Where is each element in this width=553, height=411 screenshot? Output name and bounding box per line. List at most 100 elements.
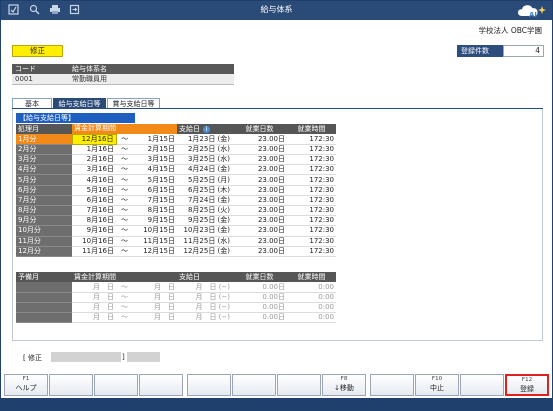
spare-start-cell[interactable]: 月 日 xyxy=(72,282,116,293)
payday-cell[interactable]: 9月25日 (金) xyxy=(177,215,233,227)
spare-month-cell[interactable] xyxy=(16,302,72,314)
spare-month-cell[interactable] xyxy=(16,312,72,324)
spare-workhours-cell[interactable]: 0:00 xyxy=(287,292,337,304)
payday-cell[interactable]: 2月25日 (水) xyxy=(177,144,233,156)
workhours-cell[interactable]: 172:30 xyxy=(287,164,337,176)
month-cell[interactable]: 2月分 xyxy=(16,144,72,156)
workhours-cell[interactable]: 172:30 xyxy=(287,205,337,217)
title-bar: 給与体系 AI xyxy=(1,1,552,20)
f1-help-button[interactable]: F1 ヘルプ xyxy=(4,374,48,396)
month-cell[interactable]: 12月分 xyxy=(16,246,72,257)
payday-cell[interactable]: 7月24日 (金) xyxy=(177,195,233,207)
f5-button[interactable] xyxy=(187,374,231,396)
month-cell[interactable]: 4月分 xyxy=(16,164,72,176)
period-start-cell[interactable]: 6月16日 xyxy=(72,195,116,207)
payday-cell[interactable]: 3月25日 (水) xyxy=(177,154,233,166)
spare-month-cell[interactable] xyxy=(16,292,72,304)
spare-workhours-cell[interactable]: 0:00 xyxy=(287,302,337,314)
spare-start-cell[interactable]: 月 日 xyxy=(72,312,116,324)
period-tilde: 〜 xyxy=(116,154,133,166)
workhours-cell[interactable]: 172:30 xyxy=(287,195,337,207)
workhours-cell[interactable]: 172:30 xyxy=(287,174,337,186)
month-cell[interactable]: 11月分 xyxy=(16,236,72,247)
workdays-cell[interactable]: 23.00日 xyxy=(232,164,288,176)
spare-payday-cell[interactable]: 月 日 (−) xyxy=(177,282,233,293)
payday-cell[interactable]: 6月25日 (木) xyxy=(177,185,233,196)
f10-cancel-button[interactable]: F10 中止 xyxy=(415,374,459,396)
spare-payday-cell[interactable]: 月 日 (−) xyxy=(177,302,233,314)
month-cell[interactable]: 7月分 xyxy=(16,195,72,207)
spare-end-cell[interactable]: 月 日 xyxy=(133,302,178,314)
workhours-cell[interactable]: 172:30 xyxy=(287,246,337,257)
period-start-cell[interactable]: 10月16日 xyxy=(72,236,116,247)
f6-button[interactable] xyxy=(232,374,276,396)
spare-workhours-cell[interactable]: 0:00 xyxy=(287,282,337,293)
spare-start-cell[interactable]: 月 日 xyxy=(72,292,116,304)
workdays-cell[interactable]: 23.00日 xyxy=(232,215,288,227)
period-start-cell[interactable]: 9月16日 xyxy=(72,225,116,237)
workdays-cell[interactable]: 23.00日 xyxy=(232,134,288,145)
workdays-cell[interactable]: 23.00日 xyxy=(232,154,288,166)
f3-button[interactable] xyxy=(94,374,138,396)
workdays-cell[interactable]: 23.00日 xyxy=(232,236,288,247)
workhours-cell[interactable]: 172:30 xyxy=(287,154,337,166)
f2-button[interactable] xyxy=(49,374,93,396)
period-start-cell[interactable]: 2月16日 xyxy=(72,154,116,166)
month-cell[interactable]: 8月分 xyxy=(16,205,72,217)
month-cell[interactable]: 1月分 xyxy=(16,134,72,145)
payday-cell[interactable]: 1月23日 (金) xyxy=(177,134,233,145)
period-start-cell[interactable]: 5月16日 xyxy=(72,185,116,196)
ai-cloud-icon[interactable]: AI xyxy=(516,2,550,19)
spare-payday-cell[interactable]: 月 日 (−) xyxy=(177,312,233,324)
month-cell[interactable]: 6月分 xyxy=(16,185,72,196)
workhours-cell[interactable]: 172:30 xyxy=(287,225,337,237)
workhours-cell[interactable]: 172:30 xyxy=(287,236,337,247)
spare-end-cell[interactable]: 月 日 xyxy=(133,312,178,324)
spare-workdays-cell[interactable]: 0.00日 xyxy=(232,282,288,293)
spare-workdays-cell[interactable]: 0.00日 xyxy=(232,312,288,324)
period-start-cell[interactable]: 3月16日 xyxy=(72,164,116,176)
payday-cell[interactable]: 12月25日 (金) xyxy=(177,246,233,257)
info-icon[interactable]: i xyxy=(203,125,211,133)
workdays-cell[interactable]: 23.00日 xyxy=(232,246,288,257)
spare-end-cell[interactable]: 月 日 xyxy=(133,292,178,304)
workdays-cell[interactable]: 23.00日 xyxy=(232,205,288,217)
period-start-cell[interactable]: 12月16日 xyxy=(71,133,117,145)
spare-payday-cell[interactable]: 月 日 (−) xyxy=(177,292,233,304)
f9-button[interactable] xyxy=(370,374,414,396)
spare-start-cell[interactable]: 月 日 xyxy=(72,302,116,314)
f7-button[interactable] xyxy=(277,374,321,396)
spare-month-cell[interactable] xyxy=(16,282,72,293)
workhours-cell[interactable]: 172:30 xyxy=(287,215,337,227)
workdays-cell[interactable]: 23.00日 xyxy=(232,174,288,186)
spare-end-cell[interactable]: 月 日 xyxy=(133,282,178,293)
payday-cell[interactable]: 10月23日 (金) xyxy=(177,225,233,237)
period-start-cell[interactable]: 8月16日 xyxy=(72,215,116,227)
payday-cell[interactable]: 4月24日 (金) xyxy=(177,164,233,176)
f11-button[interactable] xyxy=(460,374,504,396)
payday-cell[interactable]: 8月25日 (火) xyxy=(177,205,233,217)
month-cell[interactable]: 10月分 xyxy=(16,225,72,237)
workdays-cell[interactable]: 23.00日 xyxy=(232,185,288,196)
month-cell[interactable]: 5月分 xyxy=(16,174,72,186)
workhours-cell[interactable]: 172:30 xyxy=(287,185,337,196)
period-start-cell[interactable]: 1月16日 xyxy=(72,144,116,156)
period-start-cell[interactable]: 11月16日 xyxy=(72,246,116,257)
workhours-cell[interactable]: 172:30 xyxy=(287,134,337,145)
f12-register-button[interactable]: F12 登録 xyxy=(505,374,549,396)
period-start-cell[interactable]: 4月16日 xyxy=(72,174,116,186)
f4-button[interactable] xyxy=(139,374,183,396)
month-cell[interactable]: 3月分 xyxy=(16,154,72,166)
spare-workdays-cell[interactable]: 0.00日 xyxy=(232,302,288,314)
f8-move-down-button[interactable]: F8 ↓移動 xyxy=(322,374,366,396)
workdays-cell[interactable]: 23.00日 xyxy=(232,144,288,156)
spare-workhours-cell[interactable]: 0:00 xyxy=(287,312,337,324)
month-cell[interactable]: 9月分 xyxy=(16,215,72,227)
period-start-cell[interactable]: 7月16日 xyxy=(72,205,116,217)
workdays-cell[interactable]: 23.00日 xyxy=(232,225,288,237)
payday-cell[interactable]: 5月25日 (月) xyxy=(177,174,233,186)
workhours-cell[interactable]: 172:30 xyxy=(287,144,337,156)
spare-workdays-cell[interactable]: 0.00日 xyxy=(232,292,288,304)
payday-cell[interactable]: 11月25日 (水) xyxy=(177,236,233,247)
workdays-cell[interactable]: 23.00日 xyxy=(232,195,288,207)
